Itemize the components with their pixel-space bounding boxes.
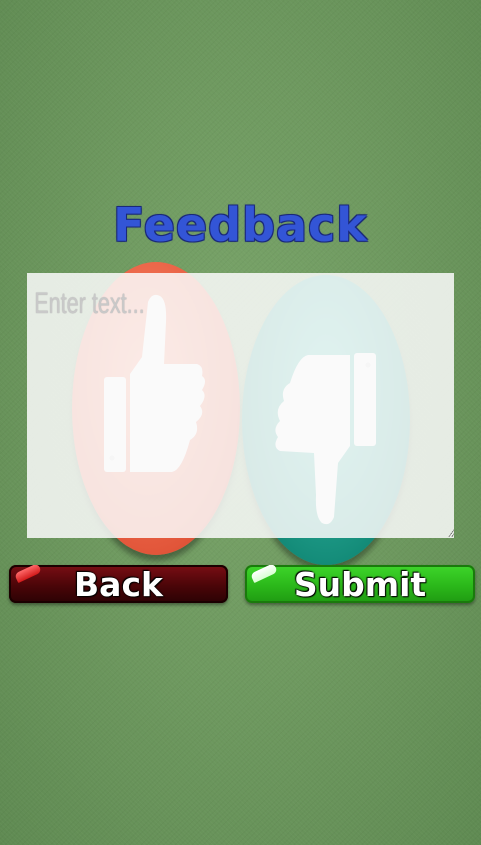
button-gloss (250, 565, 278, 584)
back-button-label: Back (74, 565, 163, 603)
page-title: Feedback (113, 198, 368, 252)
button-gloss (14, 565, 42, 584)
submit-button[interactable]: Submit (245, 565, 475, 603)
feedback-text-panel (27, 273, 455, 538)
feedback-text-input[interactable] (27, 273, 455, 538)
back-button[interactable]: Back (9, 565, 228, 603)
submit-button-label: Submit (293, 565, 427, 603)
